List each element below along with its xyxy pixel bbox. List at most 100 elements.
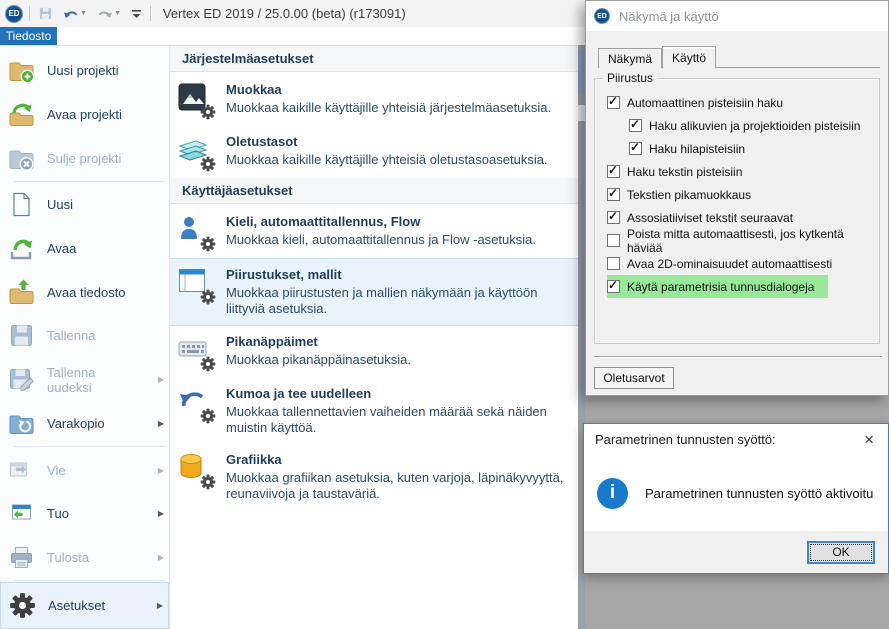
undo-redo-icon (178, 386, 214, 422)
setting-item-kumoa[interactable]: Kumoa ja tee uudelleen Muokkaa tallennet… (170, 378, 578, 444)
ok-button[interactable]: OK (807, 541, 875, 564)
checkbox-haku-tekstin-pisteisiin[interactable]: ✓ Haku tekstin pisteisiin (607, 160, 756, 183)
menu-item-label: Uusi projekti (47, 63, 164, 78)
setting-desc: Muokkaa kaikille käyttäjille yhteisiä jä… (226, 100, 568, 116)
ribbon-tab-row: Tiedosto (0, 27, 585, 45)
menu-item-uusi[interactable]: Uusi (0, 183, 169, 227)
menu-item-avaa-tiedosto[interactable]: Avaa tiedosto (0, 270, 169, 314)
dialog-title-bar[interactable]: ED Näkymä ja käyttö (586, 1, 888, 31)
checkbox-label: Assosiatiiviset tekstit seuraavat (627, 211, 793, 225)
setting-item-piirustukset-mallit[interactable]: Piirustukset, mallit Muokkaa piirustuste… (170, 258, 578, 326)
checkbox-box[interactable]: ✓ (607, 234, 620, 247)
tab-kaytto[interactable]: Käyttö (662, 46, 716, 69)
setting-item-pikanappaimet[interactable]: Pikanäppäimet Muokkaa pikanäppäinasetuks… (170, 326, 578, 378)
menu-divider (14, 446, 165, 447)
save-floppy-icon (8, 322, 35, 349)
settings-pane: Järjestelmäasetukset Muokkaa Muokkaa kai… (170, 46, 578, 629)
checkmark-icon: ✓ (608, 278, 618, 292)
menu-item-label: Uusi (47, 197, 164, 212)
checkbox-avaa-2d-ominaisuudet[interactable]: ✓ Avaa 2D-ominaisuudet automaattisesti (607, 252, 846, 275)
redo-button[interactable]: ▼ (95, 6, 123, 22)
menu-item-label: Avaa projekti (47, 107, 164, 122)
checkbox-automaattinen-pisteisiin-haku[interactable]: ✓ Automaattinen pisteisiin haku (607, 91, 797, 114)
checkbox-box[interactable]: ✓ (607, 165, 620, 178)
redo-icon (97, 7, 113, 21)
checkbox-box[interactable]: ✓ (607, 280, 620, 293)
divider (29, 6, 30, 21)
message-title-bar[interactable]: Parametrinen tunnusten syöttö: × (584, 424, 888, 455)
checkbox-haku-hilapisteisiin[interactable]: ✓ Haku hilapisteisiin (629, 137, 759, 160)
undo-icon (63, 7, 79, 21)
submenu-arrow-icon: ▶ (153, 601, 163, 610)
menu-item-label: Tuo (47, 506, 142, 521)
occluded-window-fragment (578, 50, 585, 94)
window-title: Vertex ED 2019 / 25.0.00 (beta) (r173091… (163, 6, 406, 21)
setting-title: Pikanäppäimet (226, 334, 568, 349)
checkmark-icon: ✓ (630, 117, 640, 131)
checkbox-box[interactable]: ✓ (607, 257, 620, 270)
occluded-window-fragment (578, 105, 585, 121)
close-icon[interactable]: × (861, 431, 877, 448)
message-text: Parametrinen tunnusten syöttö aktivoitu (645, 486, 873, 501)
setting-desc: Muokkaa pikanäppäinasetuksia. (226, 352, 568, 368)
setting-title: Oletustasot (226, 134, 568, 149)
setting-title: Kumoa ja tee uudelleen (226, 386, 568, 401)
checkbox-box[interactable]: ✓ (607, 188, 620, 201)
piirustus-groupbox: Piirustus ✓ Automaattinen pisteisiin hak… (594, 78, 880, 344)
app-logo-icon: ED (594, 8, 610, 24)
checkbox-poista-mitta[interactable]: ✓ Poista mitta automaattisesti, jos kytk… (607, 229, 879, 252)
undo-button[interactable]: ▼ (61, 6, 89, 22)
app-logo-icon[interactable]: ED (5, 5, 23, 23)
defaults-button[interactable]: Oletusarvot (594, 367, 674, 389)
checkbox-kayta-parametrisia[interactable]: ✓ Käytä parametrisia tunnusdialogeja (607, 275, 828, 298)
checkbox-label: Haku tekstin pisteisiin (627, 165, 742, 179)
section-header-jarjestelmaasetukset: Järjestelmäasetukset (170, 46, 578, 72)
open-folder-up-icon (8, 279, 35, 306)
checkbox-box[interactable]: ✓ (629, 142, 642, 155)
checkbox-haku-alikuvien[interactable]: ✓ Haku alikuvien ja projektioiden pistei… (629, 114, 874, 137)
setting-item-muokkaa[interactable]: Muokkaa Muokkaa kaikille käyttäjille yht… (170, 74, 578, 126)
file-menu-sidebar: Uusi projekti Avaa projekti (0, 46, 170, 629)
menu-item-label: Tulosta (47, 550, 142, 565)
menu-item-avaa[interactable]: Avaa (0, 227, 169, 271)
setting-item-grafiikka[interactable]: Grafiikka Muokkaa grafiikan asetuksia, k… (170, 444, 578, 510)
checkbox-box[interactable]: ✓ (607, 211, 620, 224)
checkmark-icon: ✓ (630, 140, 640, 154)
checkbox-tekstien-pikamuokkaus[interactable]: ✓ Tekstien pikamuokkaus (607, 183, 765, 206)
menu-item-sulje-projekti[interactable]: Sulje projekti (0, 136, 169, 180)
menu-item-vie[interactable]: Vie ▶ (0, 448, 169, 492)
setting-item-kieli[interactable]: Kieli, automaattitallennus, Flow Muokkaa… (170, 206, 578, 258)
tab-nakyma[interactable]: Näkymä (598, 48, 662, 68)
menu-item-label: Asetukset (48, 598, 141, 613)
setting-item-oletustasot[interactable]: Oletustasot Muokkaa kaikille käyttäjille… (170, 126, 578, 178)
main-window: ED ▼ ▼ (0, 0, 585, 629)
menu-item-tulosta[interactable]: Tulosta ▶ (0, 536, 169, 580)
menu-item-tuo[interactable]: Tuo ▶ (0, 492, 169, 536)
drawings-models-icon (178, 267, 214, 303)
menu-item-tallenna-uudeksi[interactable]: Tallenna uudeksi ▶ (0, 358, 169, 402)
import-window-icon (8, 500, 35, 527)
chevron-down-icon: ▼ (114, 10, 121, 17)
menu-item-asetukset[interactable]: Asetukset ▶ (0, 582, 169, 629)
menu-item-avaa-projekti[interactable]: Avaa projekti (0, 93, 169, 137)
menu-item-varakopio[interactable]: Varakopio ▶ (0, 402, 169, 446)
message-body: i Parametrinen tunnusten syöttö aktivoit… (584, 455, 888, 531)
checkbox-box[interactable]: ✓ (629, 119, 642, 132)
setting-desc: Muokkaa kaikille käyttäjille yhteisiä ol… (226, 152, 568, 168)
backup-folder-icon (8, 410, 35, 437)
setting-desc: Muokkaa grafiikan asetuksia, kuten varjo… (226, 470, 568, 502)
tab-tiedosto[interactable]: Tiedosto (0, 27, 57, 45)
checkmark-icon: ✓ (608, 94, 618, 108)
menu-divider (14, 181, 165, 182)
system-settings-icon (178, 82, 214, 118)
save-button[interactable] (36, 5, 55, 22)
checkbox-box[interactable]: ✓ (607, 96, 620, 109)
menu-item-tallenna[interactable]: Tallenna (0, 314, 169, 358)
menu-item-uusi-projekti[interactable]: Uusi projekti (0, 49, 169, 93)
checkbox-label: Automaattinen pisteisiin haku (627, 96, 783, 110)
customize-quick-access-button[interactable] (129, 7, 144, 21)
keyboard-shortcuts-icon (178, 334, 214, 370)
graphics-cylinder-icon (178, 452, 214, 488)
nakyma-ja-kaytto-dialog: ED Näkymä ja käyttö Näkymä Käyttö Piirus… (585, 0, 889, 396)
setting-desc: Muokkaa kieli, automaattitallennus ja Fl… (226, 232, 568, 248)
